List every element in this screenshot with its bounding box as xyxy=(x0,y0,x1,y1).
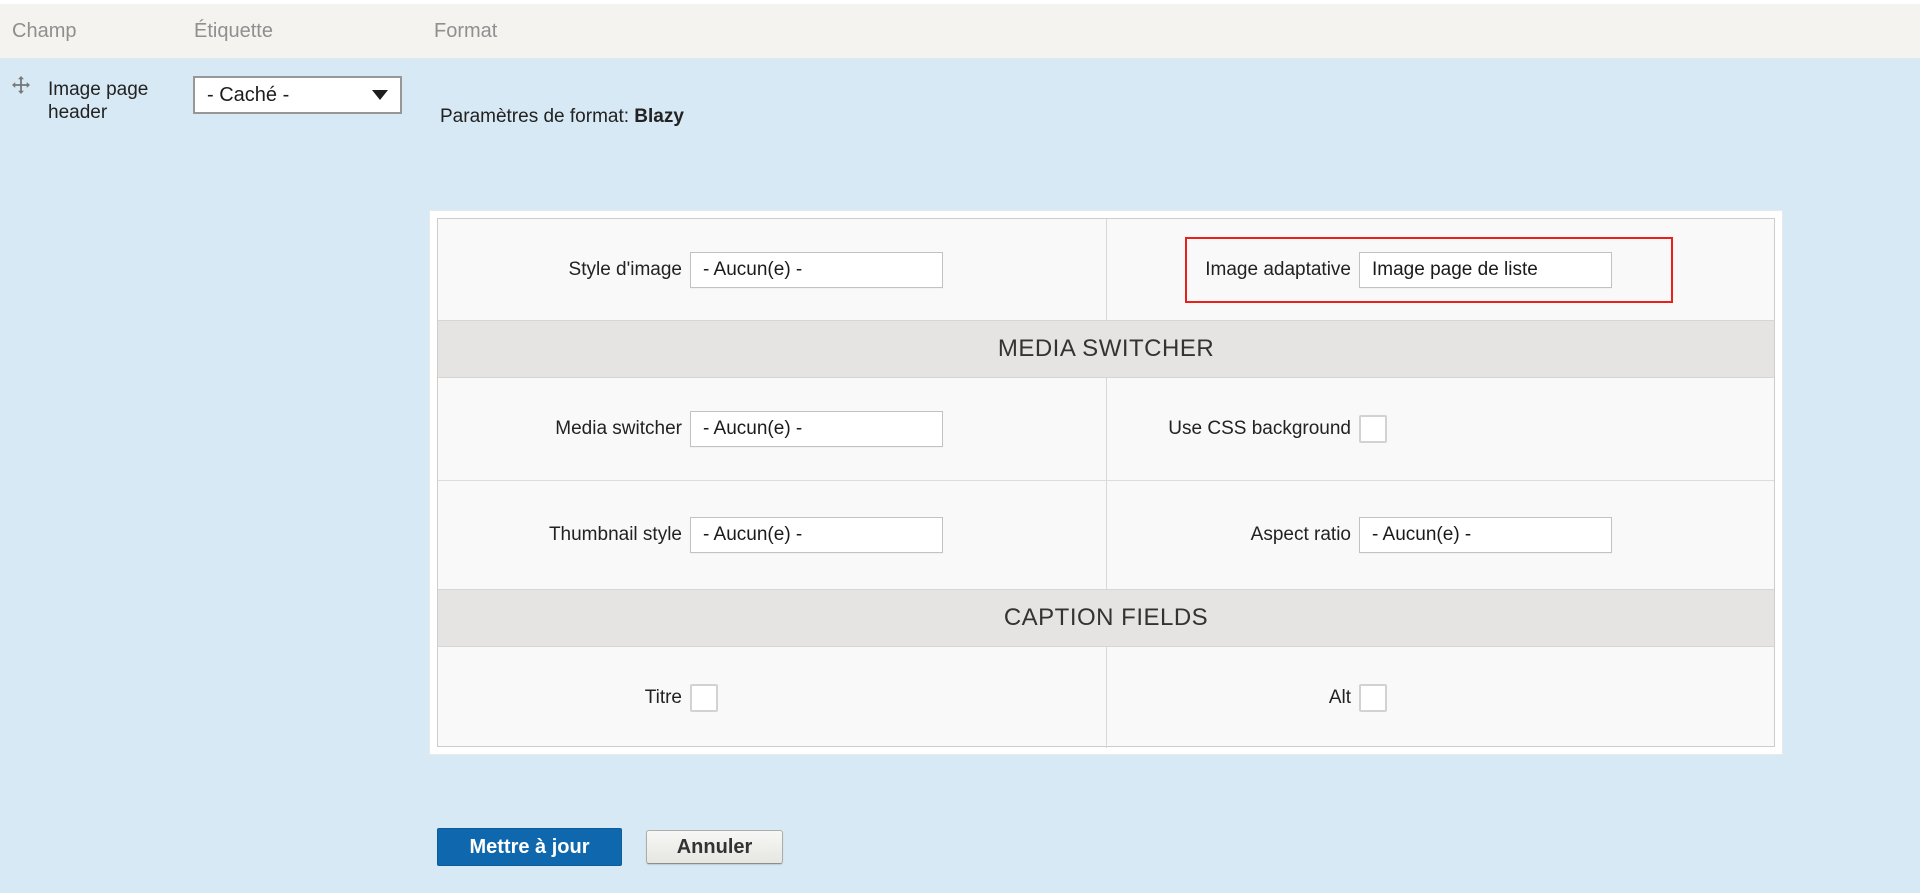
drag-handle-icon[interactable] xyxy=(12,76,30,94)
section-title: CAPTION FIELDS xyxy=(1003,604,1209,631)
section-header-caption-fields: CAPTION FIELDS xyxy=(438,589,1774,647)
media-switcher-value: - Aucun(e) - xyxy=(703,418,803,439)
settings-row-thumbnail: Thumbnail style - Aucun(e) - Aspect rati… xyxy=(438,480,1774,589)
alt-checkbox[interactable] xyxy=(1359,683,1387,712)
css-background-label: Use CSS background xyxy=(1168,418,1351,439)
thumbnail-style-label: Thumbnail style xyxy=(548,524,682,545)
image-style-value: - Aucun(e) - xyxy=(703,258,803,280)
responsive-image-label: Image adaptative xyxy=(1205,258,1351,280)
format-settings-panel: Style d'image - Aucun(e) - Image adaptat… xyxy=(429,210,1783,755)
cell-thumbnail-style: Thumbnail style - Aucun(e) - xyxy=(438,481,1106,589)
format-name: Blazy xyxy=(634,106,684,127)
column-header-format: Format xyxy=(434,20,498,42)
alt-label: Alt xyxy=(1328,686,1351,708)
column-header-champ: Champ xyxy=(12,20,77,42)
cell-alt: Alt xyxy=(1106,647,1774,748)
cell-responsive-image: Image adaptative Image page de liste xyxy=(1106,219,1774,320)
format-summary: Paramètres de format: Blazy xyxy=(440,106,684,128)
css-background-checkbox[interactable] xyxy=(1359,415,1387,443)
format-settings-fieldset: Style d'image - Aucun(e) - Image adaptat… xyxy=(437,218,1775,748)
thumbnail-style-value: - Aucun(e) - xyxy=(703,524,803,545)
field-name: Image page header xyxy=(48,79,149,123)
aspect-ratio-select[interactable]: - Aucun(e) - xyxy=(1359,517,1612,553)
image-style-select[interactable]: - Aucun(e) - xyxy=(690,251,943,288)
settings-row-image-style: Style d'image - Aucun(e) - Image adaptat… xyxy=(438,219,1774,320)
label-visibility-value: - Caché - xyxy=(207,83,290,106)
media-switcher-select[interactable]: - Aucun(e) - xyxy=(690,411,943,447)
settings-row-captions: Titre Alt xyxy=(438,647,1774,748)
aspect-ratio-value: - Aucun(e) - xyxy=(1372,524,1472,545)
cell-media-switcher: Media switcher - Aucun(e) - xyxy=(438,378,1106,480)
cell-image-style: Style d'image - Aucun(e) - xyxy=(438,219,1106,320)
settings-row-media-switcher: Media switcher - Aucun(e) - Use CSS back… xyxy=(438,378,1774,480)
titre-label: Titre xyxy=(644,686,682,708)
column-header-etiquette: Étiquette xyxy=(194,20,273,42)
chevron-down-icon xyxy=(372,90,388,100)
media-switcher-label: Media switcher xyxy=(555,418,682,439)
image-style-label: Style d'image xyxy=(568,258,682,280)
cell-css-background: Use CSS background xyxy=(1106,378,1774,480)
responsive-image-select[interactable]: Image page de liste xyxy=(1359,251,1612,288)
table-header: Champ Étiquette Format xyxy=(0,4,1920,58)
cell-titre: Titre xyxy=(438,647,1106,748)
section-title: MEDIA SWITCHER xyxy=(997,335,1215,362)
label-visibility-select[interactable]: - Caché - xyxy=(193,76,402,114)
responsive-image-value: Image page de liste xyxy=(1372,258,1538,280)
aspect-ratio-label: Aspect ratio xyxy=(1250,524,1351,545)
format-summary-prefix: Paramètres de format: xyxy=(440,106,635,127)
section-header-media-switcher: MEDIA SWITCHER xyxy=(438,320,1774,378)
cell-aspect-ratio: Aspect ratio - Aucun(e) - xyxy=(1106,481,1774,589)
cancel-button[interactable]: Annuler xyxy=(646,830,783,864)
thumbnail-style-select[interactable]: - Aucun(e) - xyxy=(690,517,943,553)
titre-checkbox[interactable] xyxy=(690,683,718,712)
update-button[interactable]: Mettre à jour xyxy=(437,828,622,866)
